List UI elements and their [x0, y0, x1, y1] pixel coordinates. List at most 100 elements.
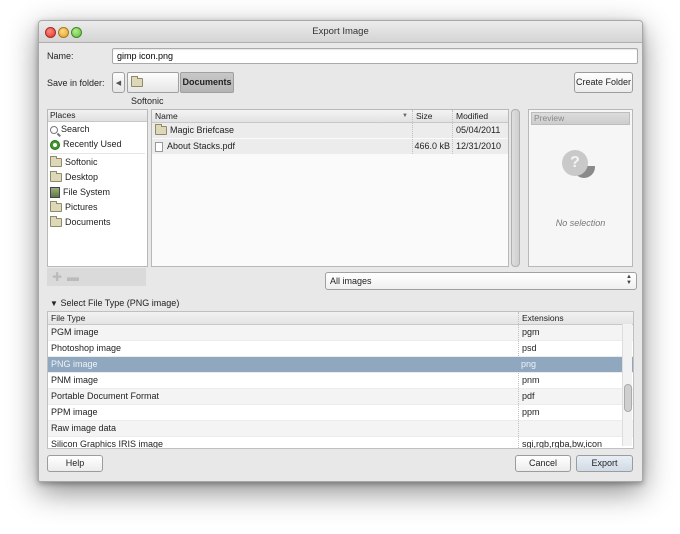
- file-type-name: PNM image: [51, 375, 99, 385]
- remove-place-button[interactable]: ▬: [67, 270, 79, 284]
- file-type-name: Photoshop image: [51, 343, 122, 353]
- scrollbar-thumb[interactable]: [624, 384, 632, 412]
- preview-panel: Preview ? No selection: [528, 109, 633, 267]
- place-label: Desktop: [65, 172, 99, 182]
- file-size: [412, 123, 453, 138]
- file-type-row[interactable]: Portable Document Format pdf: [48, 389, 633, 405]
- left-arrow-icon: ◀: [115, 80, 122, 87]
- file-type-ext: ppm: [518, 405, 540, 420]
- place-item-file-system[interactable]: File System: [48, 185, 147, 200]
- folder-icon: [50, 201, 62, 213]
- file-type-name: PPM image: [51, 407, 98, 417]
- file-row[interactable]: Magic Briefcase 05/04/2011: [152, 123, 508, 139]
- place-label: Pictures: [65, 202, 98, 212]
- path-button-softonic[interactable]: Softonic: [127, 72, 179, 106]
- select-file-type-expander[interactable]: ▼ Select File Type (PNG image): [50, 298, 179, 308]
- preview-header: Preview: [531, 112, 630, 125]
- preview-empty-text: No selection: [555, 218, 606, 228]
- file-type-name: Silicon Graphics IRIS image: [51, 439, 164, 449]
- file-type-row[interactable]: PNM image pnm: [48, 373, 633, 389]
- file-type-ext: [518, 421, 522, 436]
- question-mark-icon: ?: [562, 150, 588, 176]
- minus-icon: ▬: [67, 270, 79, 284]
- file-type-name: PNG image: [51, 359, 98, 369]
- file-filter-value: All images: [330, 276, 372, 286]
- name-input[interactable]: [112, 48, 638, 64]
- file-type-name: Raw image data: [51, 423, 117, 433]
- path-label: Documents: [182, 77, 232, 87]
- save-in-folder-label: Save in folder:: [47, 78, 105, 88]
- file-type-ext: pdf: [518, 389, 535, 404]
- file-type-row[interactable]: Silicon Graphics IRIS image sgi,rgb,rgba,…: [48, 437, 633, 449]
- file-type-ext: sgi,rgb,rgba,bw,icon: [518, 437, 602, 448]
- file-type-row[interactable]: PPM image ppm: [48, 405, 633, 421]
- file-list: Name ▼ Size Modified Magic Briefcase 05/…: [151, 109, 509, 267]
- file-type-scrollbar[interactable]: [622, 324, 632, 446]
- file-name: Magic Briefcase: [170, 125, 235, 135]
- file-row[interactable]: About Stacks.pdf 466.0 kB 12/31/2010: [152, 139, 508, 155]
- place-item-documents[interactable]: Documents: [48, 215, 147, 230]
- column-header-modified[interactable]: Modified: [452, 110, 488, 122]
- updown-arrows-icon: ▲ ▼: [626, 274, 632, 286]
- folder-icon: [50, 216, 62, 228]
- place-item-recently-used[interactable]: Recently Used: [48, 137, 147, 152]
- window-title: Export Image: [312, 26, 369, 37]
- file-type-list: File Type Extensions PGM image pgm Photos…: [47, 311, 634, 449]
- file-list-header: Name ▼ Size Modified: [152, 110, 508, 123]
- expander-label: Select File Type (PNG image): [60, 298, 180, 308]
- sort-descending-icon[interactable]: ▼: [402, 110, 408, 122]
- column-header-name[interactable]: Name: [155, 110, 178, 122]
- file-type-ext: pgm: [518, 325, 540, 340]
- file-type-row-selected[interactable]: PNG image png: [48, 357, 633, 373]
- column-header-file-type[interactable]: File Type: [51, 312, 85, 324]
- file-list-scrollbar[interactable]: [511, 109, 520, 267]
- path-label: Softonic: [131, 96, 164, 106]
- file-name: About Stacks.pdf: [167, 141, 236, 151]
- place-label: Softonic: [65, 157, 98, 167]
- file-type-ext: psd: [518, 341, 537, 356]
- place-item-search[interactable]: Search: [48, 122, 147, 137]
- file-size: 466.0 kB: [412, 139, 453, 154]
- file-type-header: File Type Extensions: [48, 312, 633, 325]
- places-separator: [50, 153, 145, 154]
- place-label: File System: [63, 187, 111, 197]
- file-type-ext: pnm: [518, 373, 540, 388]
- places-toolbar: ✚ ▬: [47, 268, 146, 286]
- place-label: Search: [61, 124, 90, 134]
- search-icon: [50, 125, 58, 134]
- help-button[interactable]: Help: [47, 455, 103, 472]
- place-label: Recently Used: [63, 139, 122, 149]
- path-back-button[interactable]: ◀: [112, 72, 125, 93]
- title-bar[interactable]: Export Image: [39, 21, 642, 43]
- add-place-button[interactable]: ✚: [52, 270, 63, 284]
- recently-used-icon: [50, 139, 60, 150]
- column-header-extensions[interactable]: Extensions: [518, 312, 564, 324]
- export-button[interactable]: Export: [576, 455, 633, 472]
- expander-triangle-icon: ▼: [50, 299, 58, 308]
- name-label: Name:: [47, 51, 74, 61]
- file-type-name: Portable Document Format: [51, 391, 160, 401]
- file-modified: 05/04/2011: [452, 123, 500, 138]
- places-header: Places: [48, 110, 147, 122]
- file-type-row[interactable]: Raw image data: [48, 421, 633, 437]
- place-item-desktop[interactable]: Desktop: [48, 170, 147, 185]
- path-button-documents[interactable]: Documents: [180, 72, 234, 93]
- file-type-ext: png: [521, 359, 537, 369]
- places-panel: Places Search Recently Used Softonic Des…: [47, 109, 148, 267]
- export-image-dialog: Export Image Name: Save in folder: ◀ Sof…: [38, 20, 643, 482]
- folder-icon: [50, 171, 62, 183]
- column-header-size[interactable]: Size: [412, 110, 433, 122]
- create-folder-button[interactable]: Create Folder: [574, 72, 633, 93]
- file-filter-select[interactable]: All images ▲ ▼: [325, 272, 637, 290]
- cancel-button[interactable]: Cancel: [515, 455, 571, 472]
- file-system-icon: [50, 187, 60, 199]
- file-type-row[interactable]: Photoshop image psd: [48, 341, 633, 357]
- place-item-pictures[interactable]: Pictures: [48, 200, 147, 215]
- folder-icon: [155, 124, 167, 136]
- folder-icon: [131, 76, 143, 88]
- folder-icon: [50, 156, 62, 168]
- place-item-softonic[interactable]: Softonic: [48, 155, 147, 170]
- file-type-row[interactable]: PGM image pgm: [48, 325, 633, 341]
- plus-icon: ✚: [52, 270, 63, 284]
- place-label: Documents: [65, 217, 111, 227]
